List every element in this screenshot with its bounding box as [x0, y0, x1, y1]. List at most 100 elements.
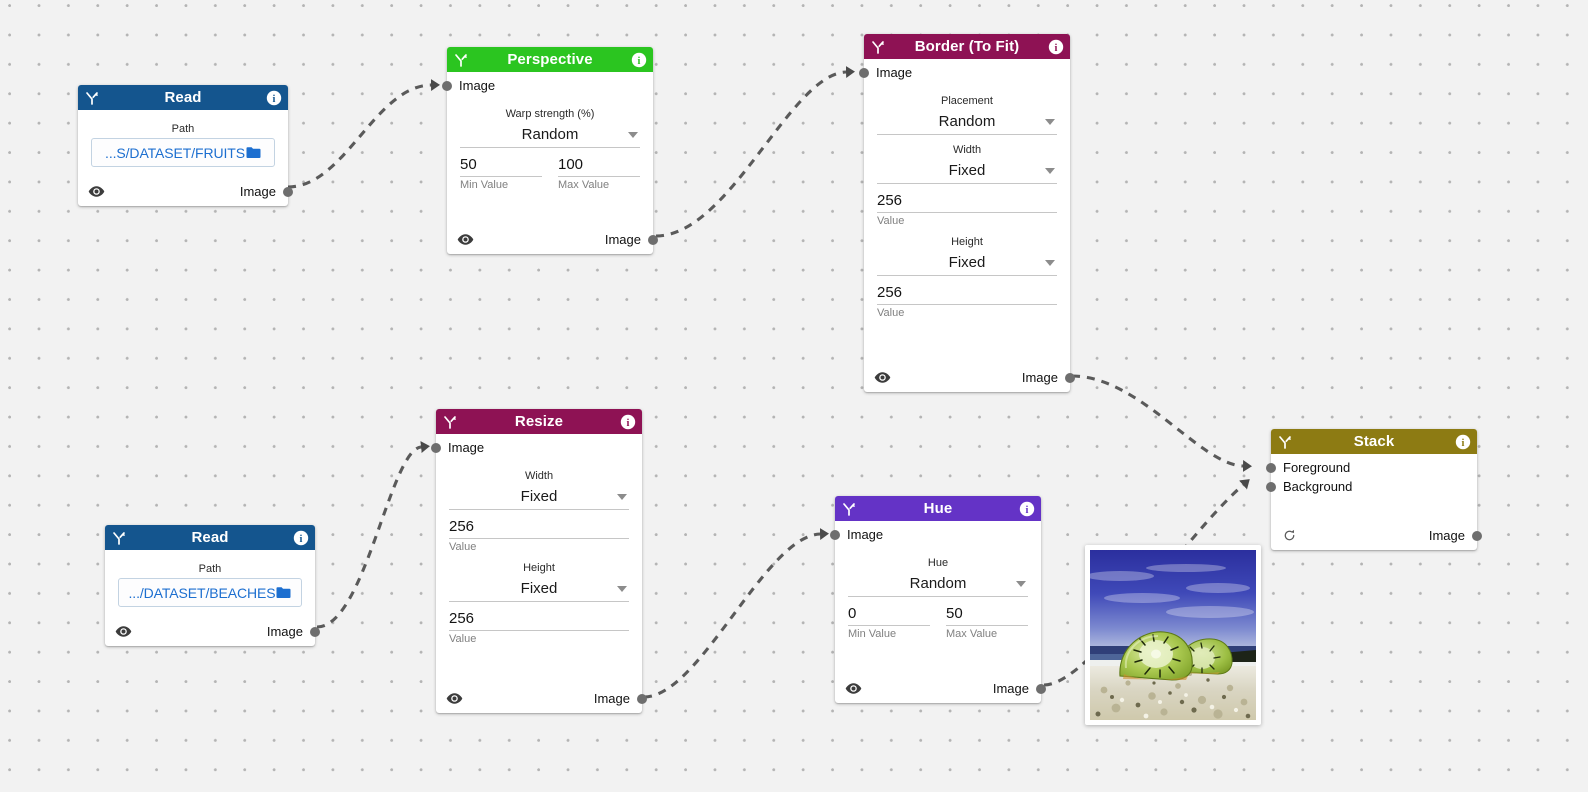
port-dot[interactable] [1266, 481, 1276, 492]
chevron-down-icon [1045, 168, 1055, 174]
eye-icon[interactable] [874, 371, 891, 384]
port-dot[interactable] [648, 234, 658, 245]
min-value-input[interactable]: 0 [848, 601, 930, 626]
port-dot[interactable] [431, 442, 441, 453]
port-dot[interactable] [1036, 683, 1046, 694]
input-port-foreground[interactable]: Foreground [1266, 458, 1477, 477]
info-icon[interactable]: i [293, 530, 309, 546]
node-title: Read [164, 89, 202, 106]
output-port-label: Image [239, 184, 276, 199]
info-icon[interactable]: i [1048, 39, 1064, 55]
max-value-input[interactable]: 100 [558, 152, 640, 177]
node-title: Resize [514, 413, 564, 430]
info-icon[interactable]: i [266, 90, 282, 106]
input-port-image[interactable]: Image [830, 525, 1041, 544]
wire-perspective-to-border [655, 66, 855, 238]
node-read-fruits[interactable]: Read i Path ...S/DATASET/FRUITS Image [78, 85, 293, 206]
refresh-icon[interactable] [1281, 529, 1298, 542]
port-dot[interactable] [1266, 462, 1276, 473]
node-perspective[interactable]: Perspective i Image Warp strength (%) Ra… [442, 47, 658, 254]
height-mode-select[interactable]: Fixed [877, 249, 1057, 276]
output-port-image[interactable]: Image [1429, 529, 1482, 542]
path-input[interactable]: .../DATASET/BEACHES [118, 578, 302, 607]
input-port-image[interactable]: Image [431, 438, 642, 457]
warp-mode-select[interactable]: Random [460, 121, 640, 148]
input-port-image[interactable]: Image [442, 76, 653, 95]
node-header[interactable]: Stack i [1271, 429, 1477, 454]
output-port-label: Image [1021, 370, 1058, 385]
node-graph-canvas[interactable]: Read i Path ...S/DATASET/FRUITS Image Pe… [0, 0, 1588, 792]
node-body: Warp strength (%) Random 50 Min Value 10… [447, 95, 653, 225]
port-dot[interactable] [859, 67, 869, 78]
info-icon[interactable]: i [1019, 501, 1035, 517]
width-value: 256 [449, 517, 475, 535]
branch-icon [872, 40, 884, 54]
eye-icon[interactable] [115, 625, 132, 638]
node-header[interactable]: Perspective i [447, 47, 653, 72]
port-dot[interactable] [283, 186, 293, 197]
info-icon[interactable]: i [620, 414, 636, 430]
max-value-input[interactable]: 50 [946, 601, 1028, 626]
path-input[interactable]: ...S/DATASET/FRUITS [91, 138, 275, 167]
output-port-image[interactable]: Image [594, 692, 647, 705]
eye-icon[interactable] [845, 682, 862, 695]
hue-mode-select[interactable]: Random [848, 570, 1028, 597]
height-label: Height [523, 562, 555, 574]
width-value-input[interactable]: 256 [877, 188, 1057, 213]
node-header[interactable]: Read i [78, 85, 288, 110]
folder-icon[interactable] [246, 146, 261, 159]
output-port-image[interactable]: Image [239, 184, 293, 199]
port-dot[interactable] [310, 626, 320, 637]
info-icon[interactable]: i [1455, 434, 1471, 450]
node-resize[interactable]: Resize i Image Width Fixed 256 Value Hei… [431, 409, 647, 713]
node-header[interactable]: Hue i [835, 496, 1041, 521]
node-body: Hue Random 0 Min Value 50 Max Value [835, 544, 1041, 674]
node-read-beaches[interactable]: Read i Path .../DATASET/BEACHES Image [105, 525, 320, 646]
node-header[interactable]: Resize i [436, 409, 642, 434]
svg-text:i: i [1462, 437, 1465, 448]
width-value-input[interactable]: 256 [449, 514, 629, 539]
info-icon[interactable]: i [631, 52, 647, 68]
output-port-image[interactable]: Image [1021, 370, 1075, 385]
output-port-image[interactable]: Image [992, 681, 1046, 696]
node-hue[interactable]: Hue i Image Hue Random 0 Min Value 50 Ma… [830, 496, 1046, 703]
height-mode-select[interactable]: Fixed [449, 575, 629, 602]
output-port-image[interactable]: Image [267, 625, 320, 638]
folder-icon[interactable] [276, 586, 291, 599]
min-value-label: Min Value [848, 628, 897, 640]
node-header[interactable]: Border (To Fit) i [864, 34, 1070, 59]
warp-mode-value: Random [521, 125, 579, 143]
image-preview-panel[interactable] [1085, 545, 1261, 725]
placement-select[interactable]: Random [877, 108, 1057, 135]
width-mode-select[interactable]: Fixed [877, 157, 1057, 184]
max-value-label: Max Value [558, 179, 610, 191]
svg-text:i: i [638, 55, 641, 66]
input-port-background[interactable]: Background [1266, 477, 1477, 496]
chevron-down-icon [1045, 119, 1055, 125]
width-value-label: Value [877, 215, 905, 227]
width-mode-select[interactable]: Fixed [449, 483, 629, 510]
svg-text:i: i [273, 93, 276, 104]
port-dot[interactable] [637, 693, 647, 704]
eye-icon[interactable] [88, 185, 105, 198]
height-value-input[interactable]: 256 [449, 606, 629, 631]
chevron-down-icon [617, 494, 627, 500]
height-value-input[interactable]: 256 [877, 280, 1057, 305]
node-border-to-fit[interactable]: Border (To Fit) i Image Placement Random… [859, 34, 1075, 392]
port-dot[interactable] [1065, 372, 1075, 383]
input-port-label: Foreground [1283, 460, 1351, 475]
input-port-image[interactable]: Image [859, 63, 1070, 82]
min-value-input[interactable]: 50 [460, 152, 542, 177]
node-footer: Image [1271, 521, 1482, 550]
port-dot[interactable] [830, 529, 840, 540]
node-footer: Image [835, 674, 1046, 703]
eye-icon[interactable] [457, 233, 474, 246]
node-header[interactable]: Read i [105, 525, 315, 550]
output-port-label: Image [992, 681, 1029, 696]
eye-icon[interactable] [446, 692, 463, 705]
output-port-image[interactable]: Image [605, 233, 658, 246]
port-dot[interactable] [1472, 530, 1482, 541]
node-stack[interactable]: Stack i Foreground Background Image [1266, 429, 1482, 550]
branch-icon [1279, 435, 1291, 449]
port-dot[interactable] [442, 80, 452, 91]
